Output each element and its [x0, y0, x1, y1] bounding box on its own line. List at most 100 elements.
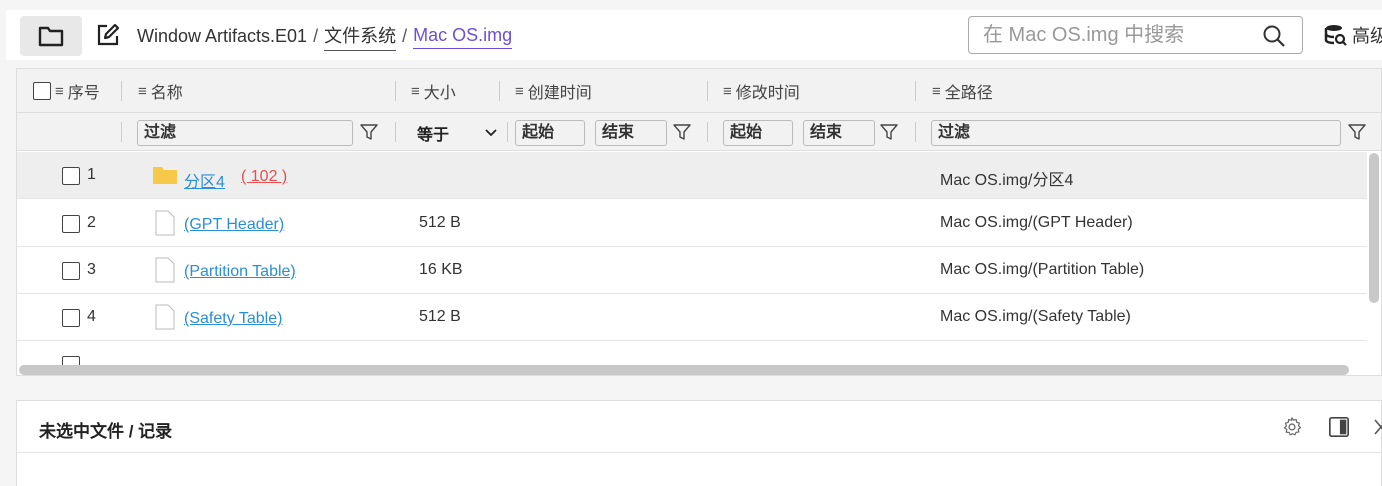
column-divider	[121, 122, 122, 142]
column-divider[interactable]	[121, 81, 122, 101]
path-filter-input[interactable]: 过滤	[931, 120, 1341, 146]
toolbar: Window Artifacts.E01 / 文件系统 / Mac OS.img…	[6, 10, 1382, 60]
file-table: ≡ 序号 ≡ 名称 ≡ 大小 ≡ 创建时间 ≡ 修改时间 ≡ 全路径 过滤 等于…	[16, 68, 1382, 376]
close-icon[interactable]	[1373, 417, 1382, 437]
table-row[interactable]: 3 (Partition Table) 16 KB Mac OS.img/(Pa…	[17, 247, 1367, 294]
column-size-label: 大小	[423, 85, 456, 102]
created-start-input[interactable]: 起始	[515, 120, 585, 146]
column-modified[interactable]: ≡ 修改时间	[723, 69, 800, 113]
row-size: 512 B	[419, 308, 461, 325]
filter-icon[interactable]	[880, 123, 898, 141]
column-menu-icon[interactable]: ≡	[932, 83, 941, 100]
chevron-down-icon	[485, 129, 497, 137]
row-checkbox[interactable]	[62, 309, 80, 327]
breadcrumb-filesystem[interactable]: 文件系统	[324, 22, 397, 51]
folder-icon	[38, 26, 64, 47]
row-checkbox[interactable]	[62, 356, 80, 365]
column-name[interactable]: ≡ 名称	[138, 69, 183, 113]
table-header: ≡ 序号 ≡ 名称 ≡ 大小 ≡ 创建时间 ≡ 修改时间 ≡ 全路径	[17, 69, 1381, 113]
row-name-link[interactable]: 分区4	[184, 168, 225, 192]
column-full-path-label: 全路径	[944, 85, 993, 102]
column-divider[interactable]	[915, 81, 916, 101]
file-icon	[155, 257, 175, 283]
column-name-label: 名称	[150, 85, 183, 102]
row-index: 3	[87, 261, 96, 278]
size-operator-value: 等于	[417, 127, 450, 144]
column-menu-icon[interactable]: ≡	[723, 83, 732, 100]
advanced-search-label: 高级	[1352, 26, 1382, 46]
detail-header: 未选中文件 / 记录	[17, 401, 1382, 453]
modified-start-input[interactable]: 起始	[723, 120, 793, 146]
column-divider	[707, 122, 708, 142]
filter-icon[interactable]	[673, 123, 691, 141]
column-full-path[interactable]: ≡ 全路径	[932, 69, 993, 113]
vertical-scrollbar[interactable]	[1369, 153, 1379, 303]
column-index[interactable]: ≡ 序号	[33, 69, 100, 113]
breadcrumb-root[interactable]: Window Artifacts.E01	[137, 26, 307, 47]
panel-toggle-icon[interactable]	[1328, 416, 1350, 438]
size-operator-select[interactable]: 等于	[415, 120, 499, 146]
column-divider	[507, 122, 508, 142]
row-checkbox[interactable]	[62, 262, 80, 280]
row-name-link[interactable]: (Safety Table)	[184, 310, 282, 328]
folder-icon	[153, 167, 177, 184]
search-box	[968, 16, 1303, 54]
row-size: 16 KB	[419, 261, 463, 278]
column-menu-icon[interactable]: ≡	[515, 83, 524, 100]
column-modified-label: 修改时间	[735, 85, 800, 102]
horizontal-scrollbar[interactable]	[19, 365, 1349, 375]
edit-button[interactable]	[94, 20, 122, 50]
row-checkbox[interactable]	[62, 215, 80, 233]
advanced-search-button[interactable]: 高级	[1324, 22, 1382, 48]
file-icon	[155, 210, 175, 236]
column-divider[interactable]	[707, 81, 708, 101]
row-path: Mac OS.img/分区4	[940, 172, 1074, 189]
row-item-count[interactable]: ( 102 )	[241, 168, 287, 186]
table-row-partial[interactable]	[17, 341, 1367, 365]
column-index-label: 序号	[67, 85, 100, 102]
breadcrumb-separator: /	[402, 26, 408, 46]
row-name-link[interactable]: (Partition Table)	[184, 263, 296, 281]
column-created-label: 创建时间	[527, 85, 592, 102]
row-path: Mac OS.img/(Partition Table)	[940, 261, 1145, 278]
column-menu-icon[interactable]: ≡	[55, 83, 64, 100]
column-created[interactable]: ≡ 创建时间	[515, 69, 592, 113]
select-all-checkbox[interactable]	[33, 82, 51, 100]
row-checkbox[interactable]	[62, 167, 80, 185]
row-path: Mac OS.img/(GPT Header)	[940, 214, 1133, 231]
database-search-icon	[1324, 25, 1347, 46]
column-menu-icon[interactable]: ≡	[411, 83, 420, 100]
column-size[interactable]: ≡ 大小	[411, 69, 456, 113]
breadcrumb-current[interactable]: Mac OS.img	[413, 25, 513, 49]
filter-icon[interactable]	[360, 123, 378, 141]
row-index: 2	[87, 214, 96, 231]
column-menu-icon[interactable]: ≡	[138, 83, 147, 100]
search-input[interactable]	[983, 23, 1243, 47]
column-divider[interactable]	[395, 81, 396, 101]
breadcrumb-separator: /	[313, 26, 319, 46]
table-row[interactable]: 4 (Safety Table) 512 B Mac OS.img/(Safet…	[17, 294, 1367, 341]
column-divider[interactable]	[499, 81, 500, 101]
created-end-input[interactable]: 结束	[595, 120, 667, 146]
row-path: Mac OS.img/(Safety Table)	[940, 308, 1131, 325]
row-name-link[interactable]: (GPT Header)	[184, 216, 284, 234]
detail-title: 未选中文件 / 记录	[39, 422, 173, 441]
folder-view-button[interactable]	[20, 16, 82, 56]
row-index: 1	[87, 166, 96, 183]
filter-row: 过滤 等于 起始 结束 起始 结束 过滤	[17, 113, 1381, 151]
modified-end-input[interactable]: 结束	[803, 120, 875, 146]
file-icon	[155, 304, 175, 330]
edit-icon	[97, 23, 120, 46]
table-row[interactable]: 2 (GPT Header) 512 B Mac OS.img/(GPT Hea…	[17, 200, 1367, 247]
app-window: Window Artifacts.E01 / 文件系统 / Mac OS.img…	[0, 0, 1382, 486]
breadcrumb: Window Artifacts.E01 / 文件系统 / Mac OS.img	[137, 22, 513, 51]
name-filter-input[interactable]: 过滤	[137, 120, 353, 146]
table-row[interactable]: 1 分区4 ( 102 ) Mac OS.img/分区4	[17, 152, 1367, 199]
filter-icon[interactable]	[1348, 123, 1366, 141]
row-size: 512 B	[419, 214, 461, 231]
column-divider	[395, 122, 396, 142]
column-divider	[915, 122, 916, 142]
row-index: 4	[87, 308, 96, 325]
gear-icon[interactable]	[1281, 416, 1303, 438]
search-icon[interactable]	[1262, 24, 1286, 48]
